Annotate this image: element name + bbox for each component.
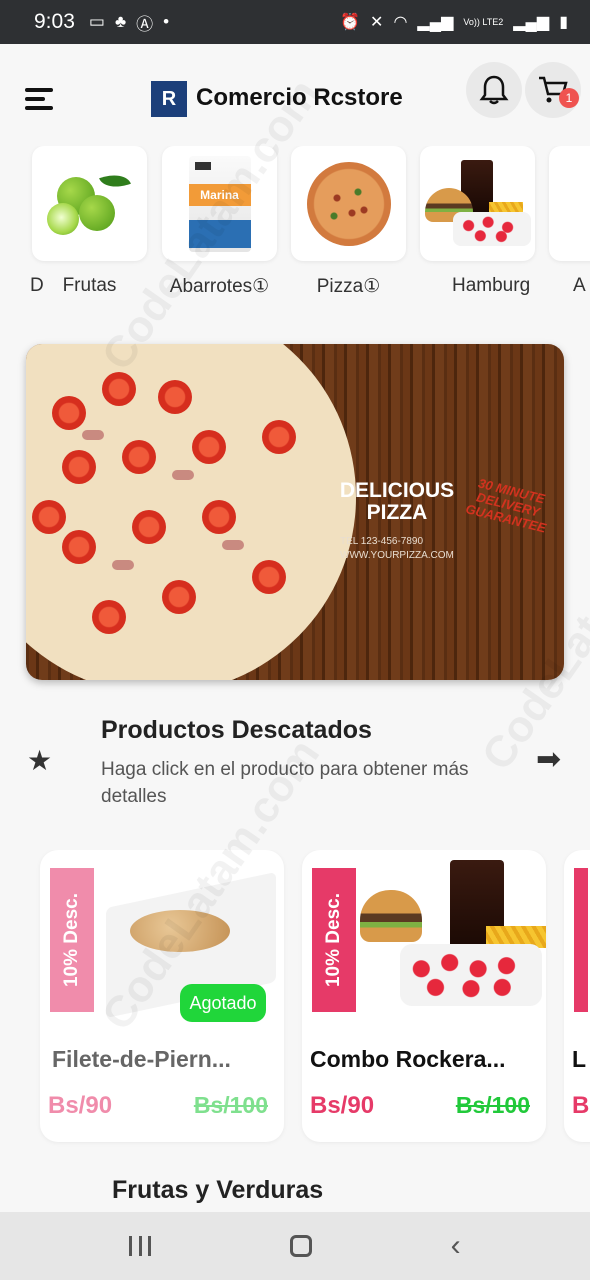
category-hamburguesas[interactable]: Hamburg [420, 146, 535, 297]
product-price: B [572, 1092, 590, 1119]
cast-icon: ▭ [88, 12, 105, 31]
back-icon[interactable]: ‹ [451, 1229, 461, 1263]
category-image [420, 146, 535, 261]
discount-badge: 10% Desc. [50, 868, 94, 1012]
sold-out-badge: Agotado [180, 984, 266, 1022]
featured-section-header: ★ Productos Descatados Haga click en el … [0, 712, 590, 812]
category-image [32, 146, 147, 261]
category-image: Marina [162, 146, 277, 261]
notification-icon: ♣ [114, 12, 127, 31]
category-label: A [573, 275, 586, 296]
home-icon[interactable] [289, 1235, 312, 1257]
signal2-icon: ▂▄▆ [513, 14, 550, 31]
banner-title: DELICIOUS PIZZA [339, 479, 455, 524]
product-old-price: Bs/100 [193, 1092, 268, 1118]
products-carousel[interactable]: 10% Desc. Agotado Filete-de-Piern... Bs/… [0, 850, 590, 1150]
discount-badge [574, 868, 588, 1012]
banner-web: WWW.YOURPIZZA.COM [340, 550, 454, 561]
brand-title: Comercio Rcstore [196, 84, 403, 111]
recents-icon[interactable] [129, 1236, 152, 1256]
banner-tel: TEL 123-456-7890 [340, 536, 424, 547]
categories-carousel[interactable]: D Frutas Marina Abarrotes① Pizza① Hambur… [0, 146, 590, 306]
product-price: Bs/90 [48, 1092, 113, 1119]
featured-title: Productos Descatados [101, 716, 372, 744]
signal-icon: ▂▄▆ [417, 14, 454, 31]
arrow-right-icon[interactable]: ➡ [536, 742, 561, 777]
cart-badge: 1 [559, 88, 579, 108]
banner-pizza-image [26, 344, 356, 680]
product-card-partial[interactable]: L B [564, 850, 590, 1142]
status-time: 9:03 [34, 10, 75, 33]
category-pizza[interactable]: Pizza① [291, 146, 406, 298]
status-bar: 9:03 ▭ ♣ Ⓐ • ⏰ ✕ ◠ ▂▄▆ Vo)) LTE2 ▂▄▆ ▮ [0, 0, 590, 44]
alarm-icon: ⏰ [340, 14, 361, 31]
star-icon: ★ [27, 745, 53, 776]
category-label: Pizza① [316, 276, 381, 297]
banner-delivery: 30 MINUTE DELIVERY GUARANTEE [464, 475, 548, 536]
network-label: Vo)) LTE2 [463, 16, 504, 27]
product-name: Filete-de-Piern... [52, 1046, 231, 1072]
category-image [291, 146, 406, 261]
brand-logo: R [151, 81, 187, 117]
battery-icon: ▮ [559, 14, 568, 31]
dot-icon: • [163, 12, 170, 31]
burger-combo-image [423, 154, 533, 254]
product-old-price: Bs/100 [455, 1092, 530, 1118]
category-partial[interactable]: A [549, 146, 590, 297]
app-header: R Comercio Rcstore 1 [0, 44, 590, 144]
wifi-icon: ◠ [393, 14, 408, 31]
cart-button[interactable]: 1 [525, 62, 581, 118]
product-name: Combo Rockera... [310, 1046, 506, 1072]
section-frutas-title: Frutas y Verduras [112, 1176, 324, 1204]
system-nav-bar: ‹ [0, 1212, 590, 1280]
promo-banner[interactable]: DELICIOUS PIZZA TEL 123-456-7890 WWW.YOU… [26, 344, 564, 680]
limes-image [46, 168, 133, 239]
discount-badge: 10% Desc. [312, 868, 356, 1012]
category-abarrotes[interactable]: Marina Abarrotes① [162, 146, 277, 298]
product-image-combo [360, 860, 546, 1010]
featured-subtitle: Haga click en el producto para obtener m… [101, 759, 469, 807]
pack-text: Marina [188, 183, 251, 206]
salt-pack-image: Marina [188, 155, 251, 252]
menu-icon[interactable] [25, 88, 55, 110]
notifications-button[interactable] [466, 62, 522, 118]
pizza-image [306, 161, 391, 246]
product-name: L [572, 1046, 587, 1072]
category-label: Abarrotes① [169, 276, 270, 297]
mute-icon: ✕ [370, 14, 384, 31]
product-card-filete[interactable]: 10% Desc. Agotado Filete-de-Piern... Bs/… [40, 850, 284, 1142]
product-price: Bs/90 [310, 1092, 375, 1119]
category-image [549, 146, 590, 261]
auto-icon: Ⓐ [136, 14, 154, 34]
bell-icon [479, 75, 509, 105]
category-label: Hamburg [452, 275, 531, 296]
category-label: Frutas [62, 275, 117, 296]
category-frutas[interactable]: Frutas [32, 146, 147, 297]
product-card-combo[interactable]: 10% Desc. Combo Rockera... Bs/90 Bs/100 [302, 850, 546, 1142]
